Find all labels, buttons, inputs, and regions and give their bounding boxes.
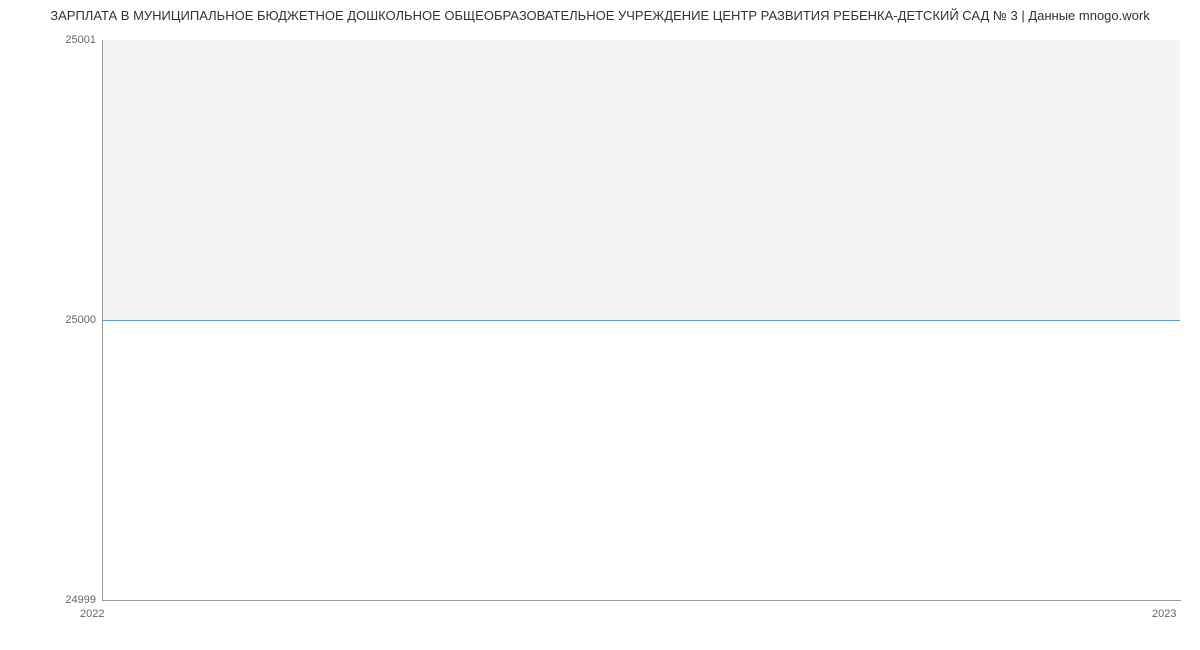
x-axis-tick-label: 2023 (1152, 608, 1176, 620)
chart-title: ЗАРПЛАТА В МУНИЦИПАЛЬНОЕ БЮДЖЕТНОЕ ДОШКО… (0, 8, 1200, 23)
data-series-line (102, 320, 1180, 321)
y-axis-tick-label: 25000 (65, 314, 96, 326)
chart-container: ЗАРПЛАТА В МУНИЦИПАЛЬНОЕ БЮДЖЕТНОЕ ДОШКО… (0, 0, 1200, 650)
y-axis-tick-label: 24999 (65, 594, 96, 606)
x-axis-tick-label: 2022 (80, 608, 104, 620)
y-axis-tick-label: 25001 (65, 34, 96, 46)
